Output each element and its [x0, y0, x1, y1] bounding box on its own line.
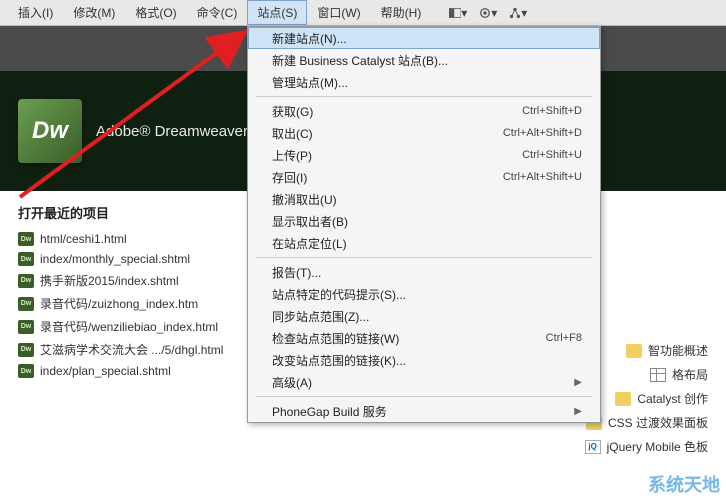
- menu-manage-sites[interactable]: 管理站点(M)...: [248, 71, 600, 93]
- dw-file-icon: Dw: [18, 343, 34, 357]
- menu-site-code-hints[interactable]: 站点特定的代码提示(S)...: [248, 283, 600, 305]
- toolbar-icons: ▾ ▾ ▾: [449, 4, 527, 22]
- menu-format[interactable]: 格式(O): [125, 0, 186, 25]
- separator: [256, 257, 592, 258]
- folder-icon: [626, 344, 642, 358]
- dw-file-icon: Dw: [18, 232, 34, 246]
- menu-window[interactable]: 窗口(W): [307, 0, 370, 25]
- feature-jquery-mobile[interactable]: jQjQuery Mobile 色板: [585, 438, 708, 455]
- dw-file-icon: Dw: [18, 320, 34, 334]
- menu-advanced[interactable]: 高级(A)▶: [248, 371, 600, 393]
- chevron-right-icon: ▶: [574, 406, 582, 417]
- menu-command[interactable]: 命令(C): [187, 0, 248, 25]
- menu-locate-in-site[interactable]: 在站点定位(L): [248, 232, 600, 254]
- folder-icon: [615, 392, 631, 406]
- menu-modify[interactable]: 修改(M): [63, 0, 125, 25]
- dw-file-icon: Dw: [18, 252, 34, 266]
- dreamweaver-logo-icon: Dw: [18, 99, 82, 163]
- site-menu-dropdown: 新建站点(N)... 新建 Business Catalyst 站点(B)...…: [247, 26, 601, 423]
- separator: [256, 396, 592, 397]
- menu-new-bc-site[interactable]: 新建 Business Catalyst 站点(B)...: [248, 49, 600, 71]
- feature-overview[interactable]: 智功能概述: [585, 342, 708, 359]
- menu-new-site[interactable]: 新建站点(N)...: [248, 27, 600, 49]
- menu-insert[interactable]: 插入(I): [8, 0, 63, 25]
- menu-site[interactable]: 站点(S): [247, 0, 307, 25]
- feature-css-transitions[interactable]: CSS 过渡效果面板: [585, 414, 708, 431]
- layout-icon[interactable]: ▾: [449, 4, 467, 22]
- feature-catalyst[interactable]: Catalyst 创作: [585, 390, 708, 407]
- menu-sync-sitewide[interactable]: 同步站点范围(Z)...: [248, 305, 600, 327]
- menubar: 插入(I) 修改(M) 格式(O) 命令(C) 站点(S) 窗口(W) 帮助(H…: [0, 0, 726, 26]
- menu-change-links[interactable]: 改变站点范围的链接(K)...: [248, 349, 600, 371]
- network-icon[interactable]: ▾: [509, 4, 527, 22]
- grid-icon: [650, 368, 666, 382]
- menu-check-links[interactable]: 检查站点范围的链接(W)Ctrl+F8: [248, 327, 600, 349]
- dw-file-icon: Dw: [18, 297, 34, 311]
- menu-help[interactable]: 帮助(H): [371, 0, 432, 25]
- menu-show-checkedout-by[interactable]: 显示取出者(B): [248, 210, 600, 232]
- right-column: 智功能概述 格布局 Catalyst 创作 CSS 过渡效果面板 jQjQuer…: [585, 342, 708, 455]
- menu-phonegap[interactable]: PhoneGap Build 服务▶: [248, 400, 600, 422]
- dw-file-icon: Dw: [18, 364, 34, 378]
- menu-checkin[interactable]: 存回(I)Ctrl+Alt+Shift+U: [248, 166, 600, 188]
- dw-file-icon: Dw: [18, 274, 34, 288]
- separator: [256, 96, 592, 97]
- gear-icon[interactable]: ▾: [479, 4, 497, 22]
- jquery-icon: jQ: [585, 440, 601, 454]
- menu-put[interactable]: 上传(P)Ctrl+Shift+U: [248, 144, 600, 166]
- menu-get[interactable]: 获取(G)Ctrl+Shift+D: [248, 100, 600, 122]
- feature-grid-layout[interactable]: 格布局: [585, 366, 708, 383]
- watermark: 系统天地: [642, 467, 726, 501]
- menu-reports[interactable]: 报告(T)...: [248, 261, 600, 283]
- menu-checkout[interactable]: 取出(C)Ctrl+Alt+Shift+D: [248, 122, 600, 144]
- menu-undo-checkout[interactable]: 撤消取出(U): [248, 188, 600, 210]
- chevron-right-icon: ▶: [574, 377, 582, 388]
